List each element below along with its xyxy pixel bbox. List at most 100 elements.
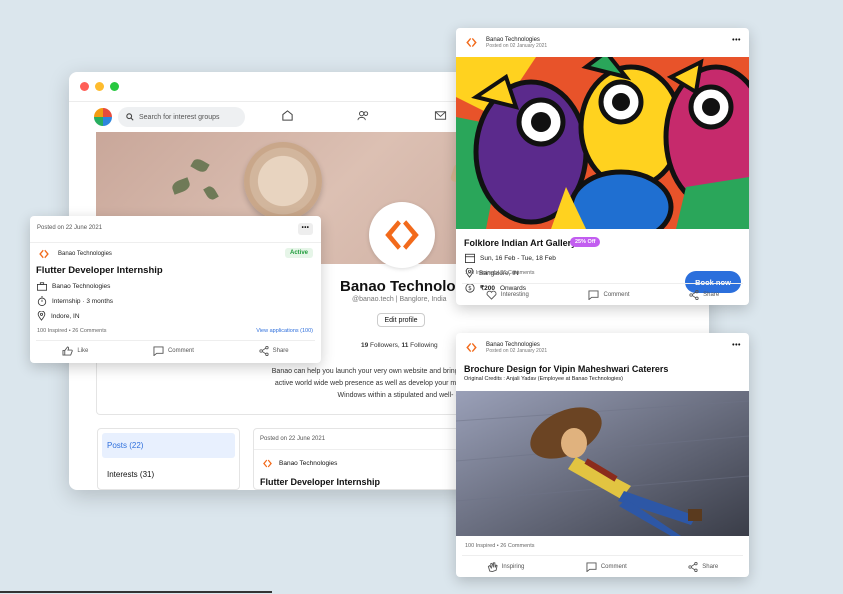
divider (462, 555, 743, 556)
sidebar-item-posts[interactable]: Posts (22) (102, 433, 235, 458)
post-date: Posted on 22 June 2021 (37, 225, 103, 231)
followers-count[interactable]: 19 (361, 342, 368, 349)
share-label: Share (272, 348, 289, 354)
post-actions: Interesting Comment Share (456, 290, 749, 300)
share-button[interactable]: Share (689, 290, 719, 300)
toy-cowboy-photo (456, 391, 749, 536)
edit-profile-button[interactable]: Edit profile (377, 313, 425, 327)
location-pin-icon (37, 311, 46, 321)
divider (30, 242, 321, 243)
company-name: Banao Technologies (52, 283, 111, 290)
about-text: Banao can help you launch your very own … (234, 366, 464, 402)
comment-button[interactable]: Comment (586, 561, 627, 572)
calendar-icon (465, 253, 475, 263)
folk-art-birds-illustration (456, 57, 749, 229)
profile-sidebar: Posts (22) Interests (31) (97, 428, 240, 490)
project-credit: Original Credits : Anjali Yadav (Employe… (464, 376, 623, 382)
comment-label: Comment (600, 563, 627, 570)
app-logo-icon[interactable] (94, 108, 112, 126)
divider (462, 283, 743, 284)
search-icon (126, 113, 134, 121)
post-org-name: Banao Technologies (58, 251, 112, 257)
job-location: Indore, IN (51, 312, 80, 320)
like-label: Like (77, 348, 89, 354)
view-applications-link[interactable]: View applications (100) (256, 328, 313, 334)
about-line: Banao can help you launch your very own … (271, 368, 464, 375)
stopwatch-icon (37, 296, 47, 306)
project-title: Brochure Design for Vipin Maheshwari Cat… (464, 364, 669, 374)
minimize-window-button[interactable] (95, 82, 104, 91)
more-options-button[interactable]: ••• (298, 223, 313, 235)
comment-icon (153, 346, 164, 356)
sidebar-item-interests[interactable]: Interests (31) (102, 462, 235, 487)
about-line: active world wide web presence as well a… (274, 380, 464, 387)
job-post-card[interactable]: Posted on 22 June 2021 ••• Banao Technol… (30, 216, 321, 363)
event-image[interactable] (456, 57, 749, 229)
comment-icon (588, 290, 599, 300)
offer-badge: 25% Off (570, 237, 601, 247)
compact-powder-decoration (244, 142, 322, 220)
event-post-card[interactable]: Banao Technologies Posted on 02 January … (456, 28, 749, 305)
event-title: Folklore Indian Art Gallery (464, 238, 577, 248)
leaf-decoration (203, 184, 219, 202)
followers-label[interactable]: Followers, (370, 342, 400, 349)
banao-logo-icon (39, 249, 49, 259)
search-placeholder: Search for interest groups (139, 113, 220, 121)
share-icon (689, 290, 699, 300)
share-button[interactable]: Share (688, 561, 719, 572)
post-date: Posted on 02 January 2021 (486, 347, 548, 354)
project-image[interactable] (456, 391, 749, 536)
job-duration: Internship · 3 months (52, 297, 114, 305)
following-count[interactable]: 11 (401, 342, 408, 349)
event-dates: Sun, 16 Feb - Tue, 18 Feb (480, 254, 556, 262)
like-button[interactable]: Like (62, 346, 88, 356)
interesting-label: Interesting (500, 292, 529, 298)
divider (36, 340, 315, 341)
interesting-button[interactable]: Interesting (486, 290, 529, 300)
share-icon (688, 561, 698, 572)
comment-label: Comment (167, 348, 194, 354)
profile-avatar[interactable] (369, 202, 435, 268)
project-post-card[interactable]: Banao Technologies Posted on 02 January … (456, 333, 749, 577)
thumbs-up-icon (62, 346, 74, 356)
inspiring-button[interactable]: Inspiring (487, 561, 525, 572)
close-window-button[interactable] (80, 82, 89, 91)
post-title: Flutter Developer Internship (260, 477, 381, 487)
people-icon[interactable] (357, 109, 370, 122)
share-button[interactable]: Share (259, 346, 289, 356)
leaf-decoration (190, 156, 210, 175)
about-line: Windows within a stipulated and well- Se (234, 390, 464, 402)
post-stats: 100 Inspired • 26 Comments (465, 543, 535, 549)
mail-icon[interactable] (434, 109, 447, 122)
banao-logo-icon (466, 342, 477, 353)
post-stats: 100 Inspired • 26 Comments (37, 328, 107, 334)
post-actions: Like Comment Share (30, 346, 321, 356)
post-org: Banao Technologies (254, 450, 462, 469)
banao-logo-icon (466, 37, 477, 48)
share-icon (259, 346, 269, 356)
banao-logo-icon (263, 459, 272, 468)
inspiring-label: Inspiring (501, 563, 525, 570)
post-actions: Inspiring Comment Share (456, 561, 749, 572)
search-input[interactable]: Search for interest groups (118, 107, 245, 127)
feed-post-preview[interactable]: Posted on 22 June 2021 Banao Technologie… (253, 428, 463, 490)
briefcase-icon (37, 282, 47, 291)
comment-button[interactable]: Comment (588, 290, 630, 300)
duration-row: Internship · 3 months (37, 296, 113, 306)
leaf-decoration (170, 177, 192, 195)
share-label: Share (702, 563, 719, 570)
maximize-window-button[interactable] (110, 82, 119, 91)
share-label: Share (703, 292, 720, 298)
comment-button[interactable]: Comment (153, 346, 194, 356)
comment-icon (586, 561, 597, 572)
follow-stats: 19 Followers, 11 Following (361, 342, 438, 349)
more-options-button[interactable]: ••• (732, 342, 741, 349)
post-org-name: Banao Technologies (486, 341, 540, 348)
company-row: Banao Technologies (37, 282, 110, 291)
home-icon[interactable] (281, 109, 294, 122)
post-stats: 100 Inspired • 26 Comments (465, 270, 535, 276)
following-label[interactable]: Following (410, 342, 437, 349)
location-row: Indore, IN (37, 311, 80, 321)
post-org-name: Banao Technologies (279, 460, 338, 467)
more-options-button[interactable]: ••• (732, 37, 741, 44)
